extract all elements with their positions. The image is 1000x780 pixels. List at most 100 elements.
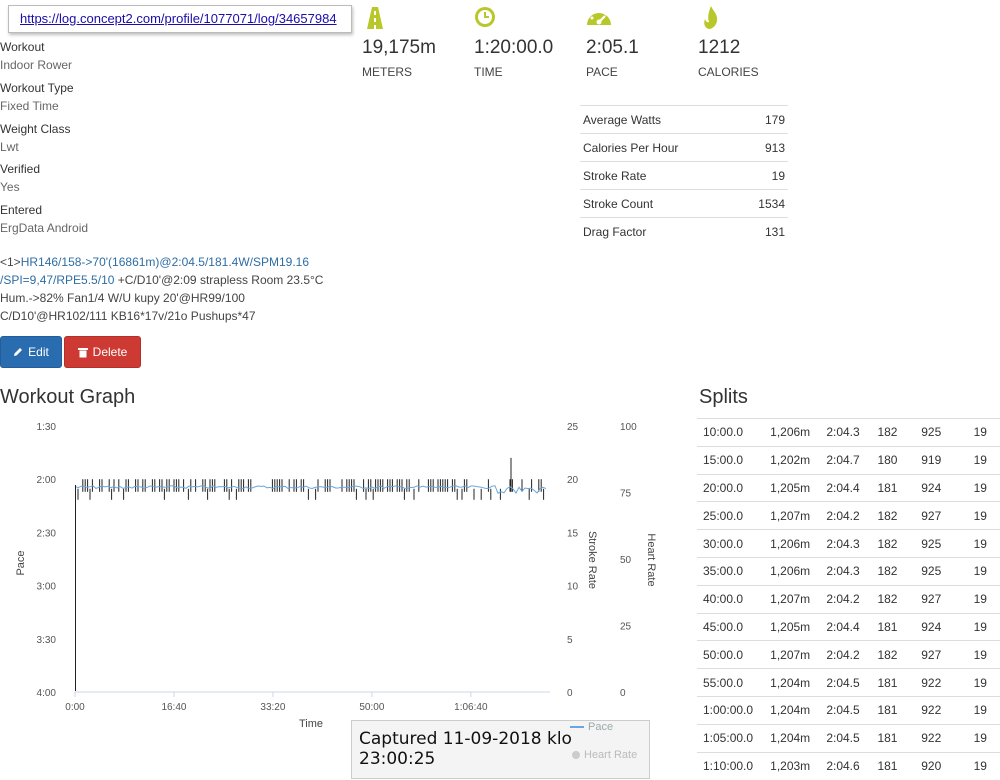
capture-overlay: Pace Heart Rate Captured 11-09-2018 klo … — [351, 720, 650, 779]
xlabel: Time — [299, 718, 323, 730]
pace-tick-label: 2:30 — [37, 528, 57, 539]
workout-comment: <1>HR146/158->70'(16861m)@2:04.5/181.4W/… — [0, 253, 350, 325]
split-cell: 182 — [877, 501, 922, 530]
splits-title: Splits — [699, 386, 748, 408]
stat-time: 1:20:00.0 TIME — [474, 5, 553, 79]
delete-button[interactable]: Delete — [64, 336, 141, 368]
split-cell: 19 — [973, 723, 1000, 753]
split-cell: 19 — [973, 473, 1000, 502]
split-row: 20:00.0 1,205m 2:04.4 181 924 19 — [697, 473, 1000, 502]
metric-row: Stroke Rate 19 — [580, 161, 788, 190]
road-icon — [367, 7, 383, 29]
split-cell: 1,206m — [770, 418, 827, 447]
split-cell: 1,207m — [770, 501, 827, 530]
x-tick-label: 1:06:40 — [454, 702, 488, 713]
metric-row: Drag Factor 131 — [580, 217, 788, 245]
stat-value: 19,175m — [362, 37, 436, 58]
metric-row: Stroke Count 1534 — [580, 189, 788, 218]
split-row: 1:05:00.0 1,204m 2:04.5 181 922 19 — [697, 723, 1000, 753]
split-cell: 182 — [877, 529, 922, 558]
split-cell: 2:04.4 — [826, 473, 878, 502]
split-cell: 925 — [921, 529, 974, 558]
metric-label: Drag Factor — [580, 217, 738, 245]
split-cell: 920 — [921, 751, 974, 780]
split-cell: 924 — [921, 473, 974, 502]
x-tick-label: 0:00 — [65, 702, 85, 713]
stat-caption: CALORIES — [698, 65, 759, 79]
split-cell: 2:04.3 — [826, 556, 878, 586]
ylabel-stroke-rate: Stroke Rate — [586, 531, 598, 589]
split-cell: 181 — [877, 668, 922, 697]
capture-caption: Captured 11-09-2018 klo 23:00:25 — [359, 729, 572, 769]
stroke-rate-tick-label: 15 — [567, 528, 579, 539]
split-cell: 1,203m — [770, 751, 827, 780]
x-tick-label: 50:00 — [359, 702, 384, 713]
metric-label: Calories Per Hour — [580, 133, 738, 162]
detail-label: Workout — [0, 40, 45, 54]
heart-rate-tick-label: 0 — [620, 688, 626, 699]
comment-link[interactable]: /SPI=9,47/RPE5.5/10 — [0, 273, 114, 287]
split-cell: 1,207m — [770, 584, 827, 614]
url-tooltip[interactable]: https://log.concept2.com/profile/1077071… — [8, 5, 352, 33]
pace-tick-label: 4:00 — [37, 688, 57, 699]
split-cell: 30:00.0 — [697, 529, 771, 558]
metric-value: 913 — [737, 133, 788, 162]
comment-link[interactable]: HR146/158->70'(16861m)@2:04.5/181.4W/SPM… — [21, 255, 309, 269]
split-cell: 1,202m — [770, 445, 827, 475]
x-tick-label: 33:20 — [260, 702, 285, 713]
metric-value: 131 — [737, 217, 788, 245]
comment-text: +C/D10'@2:09 strapless Room 23.5°C — [114, 273, 324, 287]
stat-caption: TIME — [474, 65, 503, 79]
split-cell: 19 — [973, 501, 1000, 530]
split-cell: 2:04.2 — [826, 501, 878, 530]
split-cell: 182 — [877, 640, 922, 669]
split-cell: 2:04.2 — [826, 584, 878, 614]
split-row: 30:00.0 1,206m 2:04.3 182 925 19 — [697, 529, 1000, 558]
split-cell: 927 — [921, 640, 974, 669]
split-row: 45:00.0 1,205m 2:04.4 181 924 19 — [697, 612, 1000, 641]
split-cell: 181 — [877, 723, 922, 753]
url-link[interactable]: https://log.concept2.com/profile/1077071… — [20, 11, 337, 26]
comment-text: Hum.->82% Fan1/4 W/U kupy 20'@HR99/100 — [0, 291, 245, 305]
metric-row: Average Watts 179 — [580, 105, 788, 134]
split-cell: 2:04.4 — [826, 612, 878, 641]
graph-title: Workout Graph — [0, 386, 136, 408]
detail-value: ErgData Android — [0, 221, 89, 235]
split-cell: 19 — [973, 556, 1000, 586]
split-cell: 1,207m — [770, 640, 827, 669]
comment-text: C/D10'@HR102/111 KB16*17v/21o Pushups*47 — [0, 309, 256, 323]
split-cell: 19 — [973, 529, 1000, 558]
split-cell: 2:04.5 — [826, 723, 878, 753]
detail-label: Workout Type — [0, 81, 74, 95]
detail-value: Fixed Time — [0, 99, 59, 113]
split-cell: 19 — [973, 695, 1000, 725]
split-cell: 1:05:00.0 — [697, 723, 771, 753]
split-cell: 925 — [921, 418, 974, 447]
split-cell: 10:00.0 — [697, 418, 771, 447]
edit-button[interactable]: Edit — [0, 336, 62, 368]
split-cell: 181 — [877, 751, 922, 780]
axis-ticks: 1:302:002:303:003:304:002520151050100755… — [37, 422, 638, 713]
stat-value: 1212 — [698, 37, 741, 58]
split-cell: 1:00:00.0 — [697, 695, 771, 725]
split-cell: 40:00.0 — [697, 584, 771, 614]
split-cell: 19 — [973, 668, 1000, 697]
metric-label: Stroke Rate — [580, 161, 738, 190]
pace-tick-label: 3:00 — [37, 582, 57, 593]
stat-meters: 19,175m METERS — [362, 5, 436, 79]
split-cell: 1:10:00.0 — [697, 751, 771, 780]
split-cell: 181 — [877, 473, 922, 502]
metric-row: Calories Per Hour 913 — [580, 133, 788, 162]
split-cell: 19 — [973, 751, 1000, 780]
split-row: 25:00.0 1,207m 2:04.2 182 927 19 — [697, 501, 1000, 530]
split-cell: 925 — [921, 556, 974, 586]
heart-rate-tick-label: 50 — [620, 555, 632, 566]
split-cell: 19 — [973, 445, 1000, 475]
split-row: 55:00.0 1,204m 2:04.5 181 922 19 — [697, 668, 1000, 697]
clock-icon — [475, 7, 495, 27]
pace-tick-label: 1:30 — [37, 422, 57, 433]
detail-value: Indoor Rower — [0, 58, 73, 72]
split-cell: 2:04.3 — [826, 529, 878, 558]
splits-table: 10:00.0 1,206m 2:04.3 182 925 19 15:00.0 1,202m… — [697, 418, 1000, 780]
detail-label: Verified — [0, 162, 41, 176]
